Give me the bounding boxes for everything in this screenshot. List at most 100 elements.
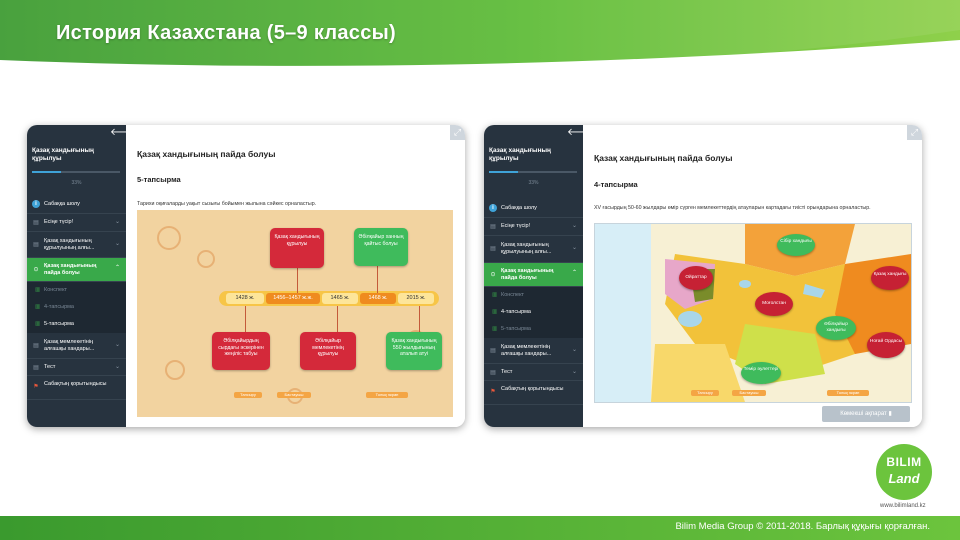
task-title: 4-тапсырма xyxy=(594,180,638,189)
map-label-text: Ойраттар xyxy=(685,275,707,280)
sidebar-subitem-task4[interactable]: ▥ 4-тапсырма xyxy=(27,299,126,316)
sidebar-item-first-khans[interactable]: ▤ Қазақ мемлекетінің алғашқы хандары... … xyxy=(484,338,583,364)
book-icon: ▤ xyxy=(33,365,39,371)
map-label-abulkhair-khanate[interactable]: Әбілқайыр хандығы xyxy=(816,316,856,340)
sidebar-subitem-konspekt[interactable]: ▥ Конспект xyxy=(27,282,126,299)
connector-line xyxy=(377,262,378,293)
lesson-title: Қазақ хандығының пайда болуы xyxy=(594,153,733,163)
reset-button[interactable]: Бастауыш xyxy=(277,392,311,398)
sidebar-item-emergence[interactable]: ⊙ Қазақ хандығының пайда болуы ⌃ xyxy=(484,263,583,287)
chevron-up-icon: ⌃ xyxy=(114,265,120,271)
sidebar-item-label: Қазақ хандығының пайда болуы xyxy=(501,268,554,281)
sidebar-item-label: 4-тапсырма xyxy=(501,309,531,315)
sidebar-item-label: Сабаққа шолу xyxy=(501,205,537,211)
reset-button[interactable]: Бастауыш xyxy=(732,390,766,396)
sidebar-subitem-task5[interactable]: ▥ 5-тапсырма xyxy=(484,321,583,338)
chevron-down-icon: ⌄ xyxy=(114,241,120,247)
submit-button[interactable]: Тапсыру xyxy=(691,390,719,396)
timeline-year[interactable]: 2015 ж. xyxy=(398,293,434,304)
sidebar-item-label: Қазақ мемлекетінің алғашқы хандары... xyxy=(501,344,552,357)
book-icon: ▤ xyxy=(490,224,496,230)
sidebar-item-emergence[interactable]: ⊙ Қазақ хандығының пайда болуы ⌃ xyxy=(27,258,126,282)
map-label-siberian-khanate[interactable]: Сібір хандығы xyxy=(777,234,815,256)
event-card-label: Қазақ хандығының 550 жылдығының аталып а… xyxy=(391,338,437,357)
map-label-timurids[interactable]: Темір әулеттері xyxy=(741,362,781,384)
fullscreen-button[interactable]: Толық экран xyxy=(366,392,408,398)
timeline-year[interactable]: 1428 ж. xyxy=(226,293,264,304)
book-icon: ▥ xyxy=(35,304,41,310)
task-instruction: Тарихи оқиғаларды уақыт сызығы бойымен ж… xyxy=(137,201,317,207)
map-label-text: Ноғай Ордасы xyxy=(869,339,903,344)
book-icon: ▥ xyxy=(492,326,498,332)
lesson-sidebar: 🡐 Қазақ хандығының құрылуы 33% i Сабаққа… xyxy=(27,125,137,427)
check-icon: ⊙ xyxy=(33,267,39,273)
sidebar-subitem-task5[interactable]: ▥ 5-тапсырма xyxy=(27,316,126,333)
chevron-down-icon: ⌄ xyxy=(571,369,577,375)
sidebar-item-label: Есіңе түсір! xyxy=(501,223,531,229)
progress-label: 33% xyxy=(528,180,539,186)
sidebar-item-first-khans[interactable]: ▤ Қазақ мемлекетінің алғашқы хандары... … xyxy=(27,333,126,359)
sidebar-item-summary[interactable]: ⚑ Сабақтың қорытындысы xyxy=(484,381,583,405)
sidebar-item-overview[interactable]: i Сабаққа шолу xyxy=(484,199,583,218)
chevron-down-icon: ⌄ xyxy=(571,245,577,251)
sidebar-item-summary[interactable]: ⚑ Сабақтың қорытындысы xyxy=(27,376,126,400)
sidebar-item-label: Тест xyxy=(501,369,513,375)
help-info-button[interactable]: Көмекші ақпарат ▮ xyxy=(822,406,910,422)
map-label-text: Темір әулеттері xyxy=(743,367,779,372)
map-label-text: Моғолстан xyxy=(762,301,786,306)
book-icon: ▤ xyxy=(33,242,39,248)
fullscreen-icon[interactable]: ⤢ xyxy=(907,125,922,140)
sidebar-item-label: Конспект xyxy=(501,292,525,298)
progress-bar xyxy=(32,171,120,173)
lesson-content: ⤢ Қазақ хандығының пайда болуы 4-тапсырм… xyxy=(583,125,922,427)
chevron-down-icon: ⌄ xyxy=(571,223,577,229)
sidebar-item-label: Қазақ хандығының құрылуының алғы... xyxy=(501,242,552,255)
sidebar-subitem-task4[interactable]: ▥ 4-тапсырма xyxy=(484,304,583,321)
task-instruction: XV ғасырдың 50-60 жылдары өмір сүрген ме… xyxy=(594,205,871,211)
submit-button[interactable]: Тапсыру xyxy=(234,392,262,398)
book-icon: ▤ xyxy=(490,246,496,252)
sidebar-item-test[interactable]: ▤ Тест ⌄ xyxy=(27,359,126,376)
logo-url: www.bilimland.kz xyxy=(880,503,926,509)
event-card[interactable]: Әбілқайыр ханның қайтыс болуы xyxy=(354,228,408,266)
timeline-year[interactable]: 1456–1457 ж.ж. xyxy=(266,293,320,304)
chevron-down-icon: ⌄ xyxy=(114,219,120,225)
map-label-moghulistan[interactable]: Моғолстан xyxy=(755,292,793,316)
chevron-down-icon: ⌄ xyxy=(571,347,577,353)
map-label-text: Сібір хандығы xyxy=(780,239,812,244)
sidebar-item-recall[interactable]: ▤ Есіңе түсір! ⌄ xyxy=(484,218,583,236)
book-icon: ▤ xyxy=(33,220,39,226)
progress-label: 33% xyxy=(71,180,82,186)
sidebar-item-prerequisites[interactable]: ▤ Қазақ хандығының құрылуының алғы... ⌄ xyxy=(484,236,583,263)
sidebar-item-label: Тест xyxy=(44,364,56,370)
map-label-nogai-horde[interactable]: Ноғай Ордасы xyxy=(867,332,905,358)
map-label-oirats[interactable]: Ойраттар xyxy=(679,266,713,290)
sidebar-item-recall[interactable]: ▤ Есіңе түсір! ⌄ xyxy=(27,214,126,232)
petroglyph-decoration xyxy=(197,250,215,268)
connector-line xyxy=(245,306,246,332)
info-icon: i xyxy=(489,204,497,212)
fullscreen-icon[interactable]: ⤢ xyxy=(450,125,465,140)
logo-text-top: BILIM xyxy=(886,455,922,469)
check-icon: ⊙ xyxy=(490,272,496,278)
lesson-panel-task5: 🡐 Қазақ хандығының құрылуы 33% i Сабаққа… xyxy=(27,125,465,427)
sidebar-subitem-konspekt[interactable]: ▥ Конспект xyxy=(484,287,583,304)
sidebar-item-test[interactable]: ▤ Тест ⌄ xyxy=(484,364,583,381)
sidebar-item-label: Есіңе түсір! xyxy=(44,219,74,225)
book-icon: ▥ xyxy=(492,309,498,315)
timeline-year[interactable]: 1465 ж. xyxy=(322,293,358,304)
timeline-year[interactable]: 1468 ж. xyxy=(360,293,396,304)
book-icon: ▥ xyxy=(492,292,498,298)
book-icon: ▤ xyxy=(490,348,496,354)
sidebar-item-prerequisites[interactable]: ▤ Қазақ хандығының құрылуының алғы... ⌄ xyxy=(27,232,126,258)
event-card[interactable]: Әбілқайырдың сырдағы әскерінен жеңіліс т… xyxy=(212,332,270,370)
map-label-kazakh-khanate[interactable]: Қазақ хандығы xyxy=(871,266,909,290)
sidebar-item-label: 5-тапсырма xyxy=(44,321,74,327)
sidebar-item-label: 4-тапсырма xyxy=(44,304,74,310)
event-card[interactable]: Қазақ хандығының құрылуы xyxy=(270,228,324,268)
sidebar-item-overview[interactable]: i Сабаққа шолу xyxy=(27,195,126,214)
book-icon: ▥ xyxy=(35,287,41,293)
event-card[interactable]: Әбілқайыр мемлекетінің құрылуы xyxy=(300,332,356,370)
event-card[interactable]: Қазақ хандығының 550 жылдығының аталып а… xyxy=(386,332,442,370)
fullscreen-button[interactable]: Толық экран xyxy=(827,390,869,396)
